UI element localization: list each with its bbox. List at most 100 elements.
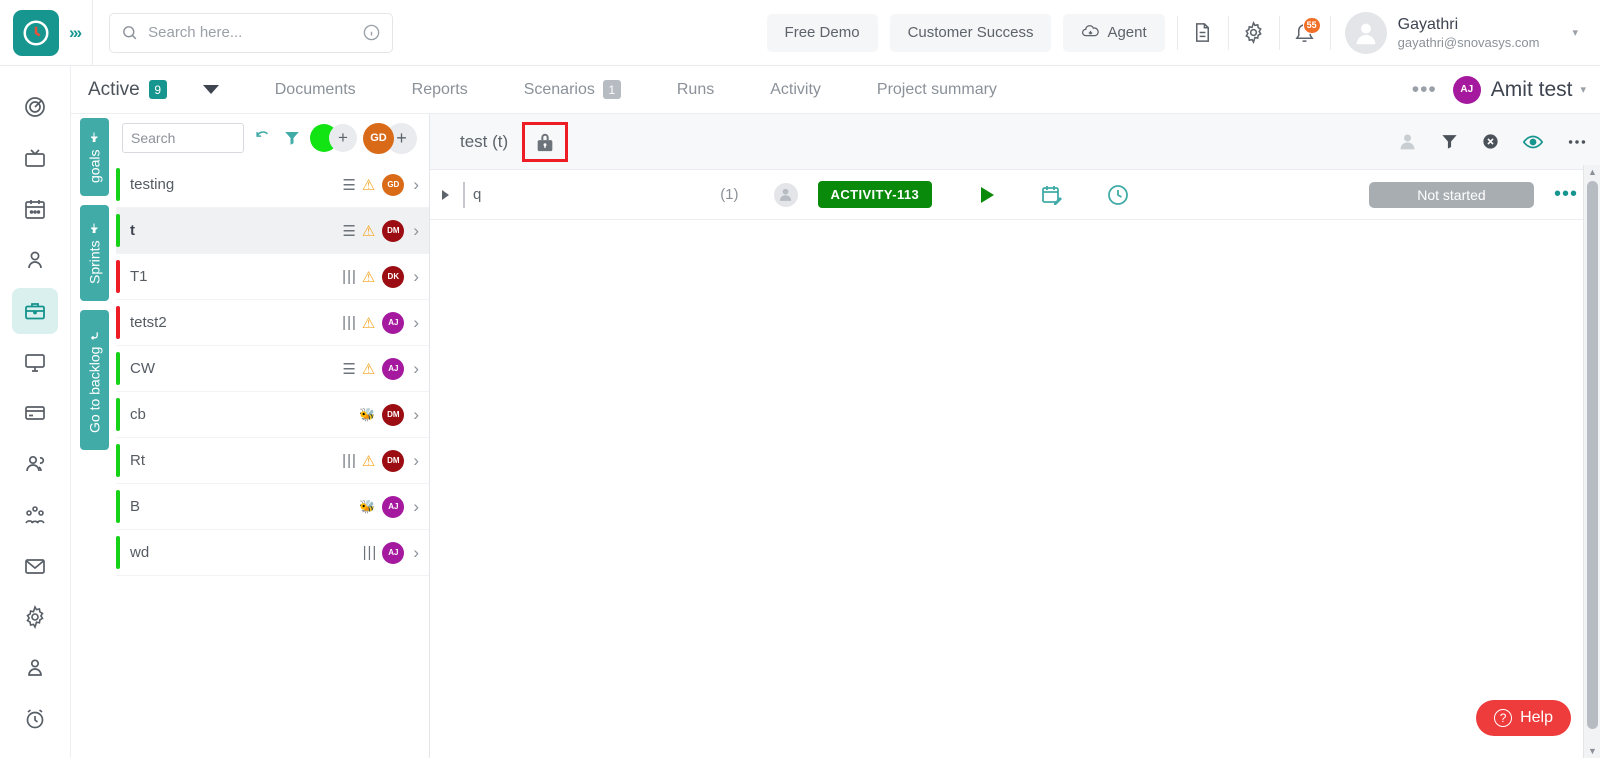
sidebar-item-projects[interactable] — [12, 288, 58, 334]
clock-icon[interactable] — [1106, 183, 1130, 207]
tab-reports[interactable]: Reports — [412, 81, 468, 99]
help-button[interactable]: ? Help — [1476, 700, 1571, 736]
more-options-icon[interactable] — [1566, 131, 1588, 153]
chevron-right-icon[interactable]: › — [413, 497, 419, 517]
sidebar-item-person[interactable] — [12, 237, 58, 283]
list-item[interactable]: cb 🐝 DM › — [116, 392, 429, 438]
list-item[interactable]: testing ☰ ⚠ GD › — [116, 162, 429, 208]
sidebar-item-users[interactable] — [12, 441, 58, 487]
active-filter[interactable]: Active 9 — [88, 79, 167, 101]
owner-avatar[interactable]: GD — [363, 122, 394, 154]
scrollbar-thumb[interactable] — [1587, 181, 1598, 729]
sidebar-item-billing[interactable] — [12, 390, 58, 436]
search-box[interactable] — [109, 12, 394, 53]
chevron-right-icon[interactable]: › — [413, 175, 419, 195]
user-badge-icon — [28, 659, 42, 676]
content-area: test (t) q (1) ACTIVITY-113 Not started … — [430, 114, 1600, 758]
chevron-right-icon[interactable]: › — [413, 451, 419, 471]
list-item[interactable]: CW ☰ ⚠ AJ › — [116, 346, 429, 392]
list-item[interactable]: Rt ||| ⚠ DM › — [116, 438, 429, 484]
list-item[interactable]: B 🐝 AJ › — [116, 484, 429, 530]
expand-sidebar-icon[interactable]: »› — [69, 23, 82, 43]
avatar[interactable]: AJ — [382, 495, 405, 518]
customer-success-button[interactable]: Customer Success — [889, 13, 1052, 52]
status-badge[interactable]: ACTIVITY-113 — [817, 181, 933, 208]
scroll-up-arrow-icon[interactable]: ▲ — [1588, 167, 1597, 177]
lock-icon[interactable] — [522, 121, 569, 162]
bell-icon[interactable]: 55 — [1280, 13, 1330, 53]
vtab-sprints[interactable]: Sprints — [80, 205, 109, 301]
free-demo-button[interactable]: Free Demo — [766, 13, 878, 52]
question-icon: ? — [1494, 709, 1513, 727]
sidebar-item-settings[interactable] — [12, 594, 58, 640]
warning-icon: ⚠ — [361, 360, 376, 378]
gear-icon[interactable] — [1229, 13, 1279, 53]
info-icon[interactable] — [362, 23, 381, 42]
row-more-options-icon[interactable]: ••• — [1554, 183, 1578, 206]
sidebar-item-profile[interactable] — [12, 645, 58, 691]
list-item[interactable]: t ☰ ⚠ DM › — [116, 208, 429, 254]
app-logo[interactable] — [13, 9, 59, 56]
list-item[interactable]: T1 ||| ⚠ DK › — [116, 254, 429, 300]
tab-runs[interactable]: Runs — [677, 81, 714, 99]
table-row[interactable]: q (1) ACTIVITY-113 Not started ••• — [430, 170, 1600, 220]
chevron-right-icon[interactable]: › — [413, 267, 419, 287]
row-status-pill[interactable]: Not started — [1368, 181, 1534, 208]
avatar[interactable]: DK — [382, 265, 405, 288]
sidebar-item-timer[interactable] — [12, 696, 58, 742]
avatar[interactable]: DM — [382, 219, 405, 242]
more-options-icon[interactable]: ••• — [1412, 78, 1437, 102]
sidebar-item-monitor[interactable] — [12, 339, 58, 385]
team-icon — [25, 506, 45, 524]
row-assignee-avatar[interactable] — [773, 182, 798, 207]
chevron-right-icon[interactable]: › — [413, 359, 419, 379]
avatar[interactable]: AJ — [382, 541, 405, 564]
sidebar-item-target[interactable] — [12, 84, 58, 130]
tab-runs-label: Runs — [676, 80, 715, 98]
chevron-down-icon[interactable]: ▾ — [1580, 83, 1586, 96]
avatar[interactable]: AJ — [382, 357, 405, 380]
search-input[interactable] — [148, 24, 363, 41]
sidebar-item-teams[interactable] — [12, 492, 58, 538]
assignee-avatar-icon[interactable] — [1397, 131, 1418, 152]
filter-icon[interactable] — [283, 129, 301, 147]
vertical-scrollbar[interactable]: ▲ ▼ — [1583, 165, 1600, 758]
tab-documents[interactable]: Documents — [275, 81, 356, 99]
avatar[interactable]: DM — [382, 449, 405, 472]
sidebar-item-tv[interactable] — [12, 135, 58, 181]
vtab-goals[interactable]: goals — [80, 118, 109, 196]
list-item[interactable]: tetst2 ||| ⚠ AJ › — [116, 300, 429, 346]
play-icon[interactable] — [974, 183, 998, 207]
refresh-icon[interactable] — [254, 129, 273, 148]
vtab-go-to-backlog[interactable]: Go to backlog — [80, 310, 109, 450]
tab-activity[interactable]: Activity — [770, 81, 821, 99]
chevron-right-icon[interactable]: › — [413, 405, 419, 425]
clear-filter-icon[interactable] — [1481, 132, 1500, 151]
scroll-down-arrow-icon[interactable]: ▼ — [1588, 746, 1597, 756]
sidebar-item-mail[interactable] — [12, 543, 58, 589]
eye-icon[interactable] — [1522, 131, 1544, 153]
list-search-input[interactable] — [122, 123, 244, 153]
chevron-down-icon[interactable]: ▾ — [1572, 26, 1578, 39]
priority-color-bar — [116, 398, 120, 431]
filter-icon[interactable] — [1440, 132, 1459, 151]
sidebar-item-calendar[interactable] — [12, 186, 58, 232]
tab-project-summary[interactable]: Project summary — [877, 81, 997, 99]
calendar-edit-icon[interactable] — [1040, 183, 1064, 207]
document-icon[interactable] — [1178, 13, 1228, 53]
vtab-goals-label: goals — [86, 149, 103, 184]
expand-triangle-icon[interactable] — [442, 189, 449, 200]
agent-button[interactable]: Agent — [1063, 13, 1165, 52]
agent-label: Agent — [1107, 24, 1147, 41]
chevron-right-icon[interactable]: › — [413, 221, 419, 241]
avatar[interactable]: GD — [382, 173, 405, 196]
list-item[interactable]: wd ||| AJ › — [116, 530, 429, 576]
tab-scenarios[interactable]: Scenarios 1 — [524, 80, 621, 99]
add-status-button[interactable]: + — [329, 124, 357, 152]
chevron-right-icon[interactable]: › — [413, 313, 419, 333]
avatar[interactable]: AJ — [382, 311, 405, 334]
triangle-down-icon[interactable] — [202, 85, 219, 94]
user-menu[interactable]: Gayathri gayathri@snovasys.com ▾ — [1331, 11, 1600, 54]
chevron-right-icon[interactable]: › — [413, 543, 419, 563]
avatar[interactable]: DM — [382, 403, 405, 426]
